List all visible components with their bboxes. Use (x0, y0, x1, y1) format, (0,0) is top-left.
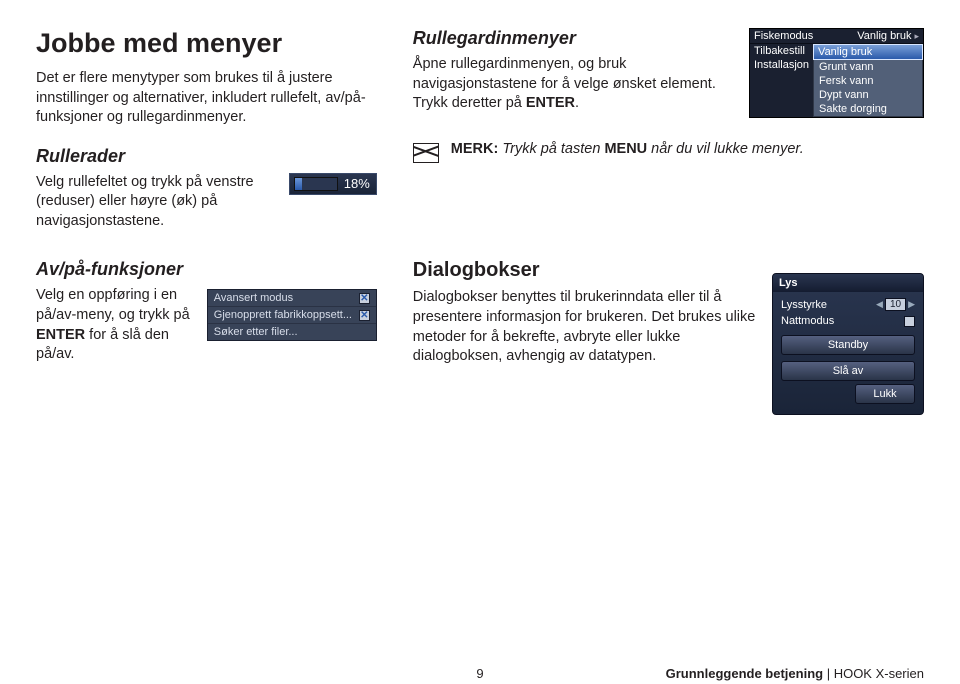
chevron-right-icon: ▸ (914, 31, 919, 42)
slider-widget: 18% (289, 173, 377, 195)
dropdown-screenshot: Fiskemodus Vanlig bruk ▸ Tilbakestill (749, 28, 924, 118)
dialog-row-brightness: Lysstyrke ◀ 10 ▶ (775, 296, 921, 313)
intro-text: Det er flere menytyper som brukes til å … (36, 69, 377, 128)
avpa-heading: Av/på-funksjoner (36, 259, 197, 280)
rullegardin-body: Åpne rullegardinmenyen, og bruk navigasj… (413, 55, 735, 114)
rullerader-body: Velg rullefeltet og trykk på venstre (re… (36, 173, 279, 232)
dialog-body: Lysstyrke ◀ 10 ▶ Nattmodus Standby Slå a… (773, 292, 923, 414)
checkbox-icon: ✕ (359, 293, 370, 304)
dialog-row-nightmode: Nattmodus (775, 313, 921, 329)
slider-track (294, 177, 338, 191)
slider-fill (295, 178, 303, 190)
checkbox-icon (904, 316, 915, 327)
advanced-panel: Avansert modus ✕ Gjenopprett fabrikkopps… (207, 289, 377, 341)
note-block: MERK: Trykk på tasten MENU når du vil lu… (413, 140, 924, 163)
dropdown-row-fiskemodus: Fiskemodus Vanlig bruk ▸ (750, 29, 923, 44)
nightmode-label: Nattmodus (781, 315, 834, 327)
dropdown-option: Fersk vann (814, 74, 922, 88)
advanced-row-label: Søker etter filer... (214, 326, 298, 338)
brightness-value: 10 (885, 298, 906, 311)
rullegardin-heading: Rullegardinmenyer (413, 28, 735, 49)
standby-button: Standby (781, 335, 915, 355)
brightness-spinner: ◀ 10 ▶ (876, 298, 915, 311)
rullegardin-text-block: Rullegardinmenyer Åpne rullegardinmenyen… (413, 28, 735, 114)
dropdown-option: Dypt vann (814, 88, 922, 102)
dropdown-row-installasjon: Installasjon (750, 58, 813, 72)
close-button: Lukk (855, 384, 915, 404)
dropdown-label-installasjon: Installasjon (754, 59, 809, 71)
dialogbokser-heading: Dialogbokser (413, 259, 762, 282)
dialog-title: Lys (773, 274, 923, 292)
brightness-label: Lysstyrke (781, 299, 827, 311)
rullerader-heading: Rullerader (36, 146, 377, 167)
dropdown-label: Fiskemodus (754, 30, 813, 42)
dropdown-selected: Vanlig bruk (813, 44, 923, 60)
advanced-row-label: Gjenopprett fabrikkoppsett... (214, 309, 352, 321)
dropdown-value: Vanlig bruk (857, 30, 911, 42)
chevron-right-icon: ▶ (908, 299, 915, 310)
slider-value: 18% (342, 176, 376, 191)
checkbox-icon: ✕ (359, 310, 370, 321)
rullerader-block: Velg rullefeltet og trykk på venstre (re… (36, 173, 377, 232)
page-title: Jobbe med menyer (36, 28, 377, 59)
envelope-icon (413, 143, 439, 163)
left-column: Jobbe med menyer Det er flere menytyper … (36, 28, 377, 231)
advanced-row: Avansert modus ✕ (208, 290, 376, 307)
right-column: Rullegardinmenyer Åpne rullegardinmenyen… (413, 28, 924, 231)
rullegardin-row: Rullegardinmenyer Åpne rullegardinmenyen… (413, 28, 924, 118)
dialogbokser-block: Dialogbokser Dialogbokser benyttes til b… (413, 259, 924, 415)
advanced-row: Gjenopprett fabrikkoppsett... ✕ (208, 307, 376, 324)
dropdown-row-tilbakestill: Tilbakestill (750, 44, 813, 58)
dropdown-options: Grunt vann Fersk vann Dypt vann Sakte do… (813, 60, 923, 117)
dropdown-label-tilbakestill: Tilbakestill (754, 45, 805, 57)
note-text: MERK: Trykk på tasten MENU når du vil lu… (451, 140, 804, 160)
columns-row1: Jobbe med menyer Det er flere menytyper … (36, 28, 924, 231)
dialog-screenshot: Lys Lysstyrke ◀ 10 ▶ Nattmodus S (772, 273, 924, 415)
dropdown-selected-label: Vanlig bruk (818, 46, 872, 58)
dropdown-option: Grunt vann (814, 60, 922, 74)
avpa-block: Av/på-funksjoner Velg en oppføring i en … (36, 259, 377, 415)
page-number: 9 (476, 666, 483, 681)
dialogbokser-body: Dialogbokser benyttes til brukerinndata … (413, 288, 762, 366)
chevron-left-icon: ◀ (876, 299, 883, 310)
page-root: Jobbe med menyer Det er flere menytyper … (36, 28, 924, 664)
off-button: Slå av (781, 361, 915, 381)
columns-row2: Av/på-funksjoner Velg en oppføring i en … (36, 259, 924, 415)
dropdown-option: Sakte dorging (814, 102, 922, 116)
breadcrumb: Grunnleggende betjening | HOOK X-serien (666, 666, 924, 681)
avpa-body: Velg en oppføring i en på/av-meny, og tr… (36, 286, 197, 364)
advanced-row: Søker etter filer... (208, 324, 376, 340)
advanced-row-label: Avansert modus (214, 292, 293, 304)
